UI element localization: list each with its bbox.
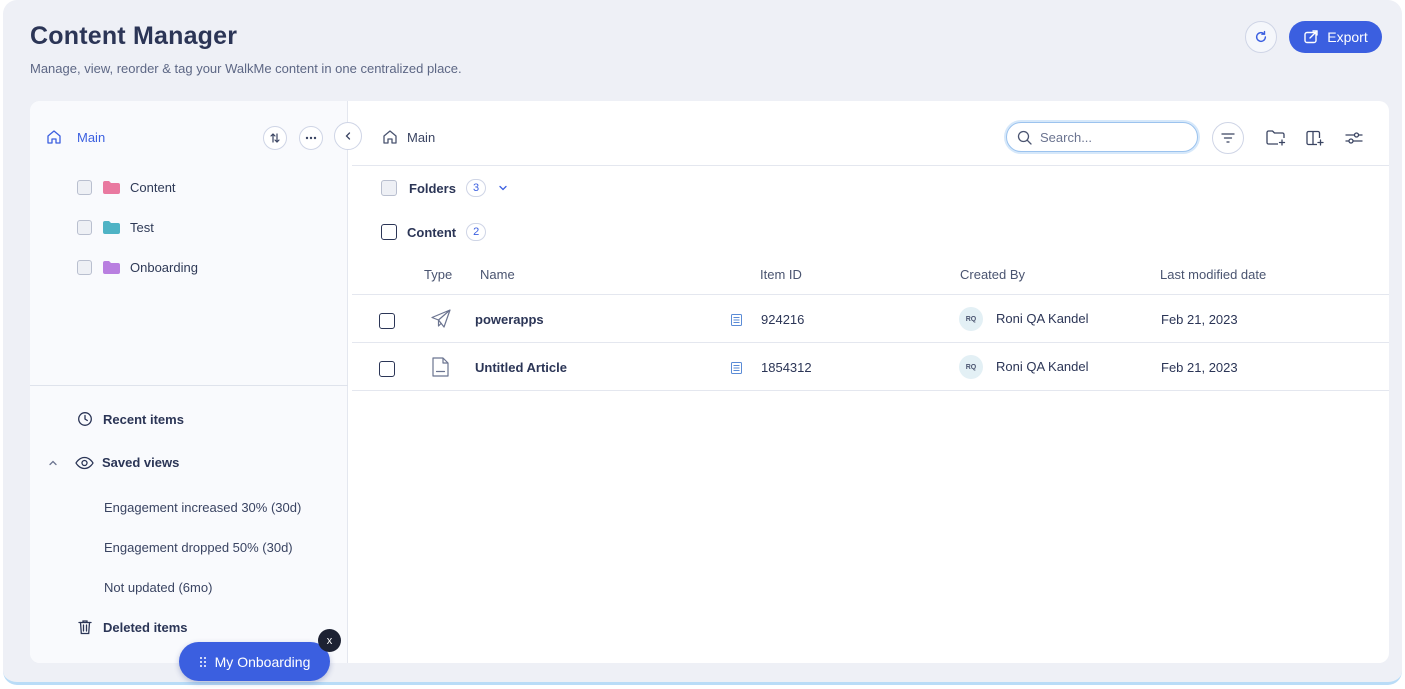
home-icon <box>47 130 61 144</box>
select-all-checkbox[interactable] <box>381 224 397 240</box>
new-folder-button[interactable] <box>1260 122 1292 154</box>
row-item-id: 924216 <box>761 312 805 327</box>
column-header-name[interactable]: Name <box>480 267 515 282</box>
folder-icon <box>103 180 120 194</box>
chevron-down-icon[interactable] <box>498 183 508 193</box>
row-creator: Roni QA Kandel <box>996 359 1089 374</box>
id-doc-icon <box>731 314 742 326</box>
collapse-sidebar-button[interactable] <box>334 122 362 150</box>
sidebar-folder-test[interactable]: Test <box>77 216 154 238</box>
folder-sidebar: Main Content Test Onboarding Recent item… <box>30 101 348 663</box>
sort-button[interactable] <box>263 126 287 150</box>
row-checkbox[interactable] <box>379 313 395 329</box>
column-plus-icon <box>1306 130 1324 146</box>
id-doc-icon <box>731 362 742 374</box>
sidebar-folder-label: Onboarding <box>130 259 198 275</box>
app-frame: Content Manager Manage, view, reorder & … <box>3 0 1402 685</box>
content-section-label: Content <box>407 224 457 240</box>
content-card: Main Content Test Onboarding Recent item… <box>30 101 1389 663</box>
deleted-items-link[interactable]: Deleted items <box>77 619 188 635</box>
toolbar-divider <box>352 165 1389 166</box>
trash-icon <box>78 620 92 635</box>
clock-icon <box>78 412 92 426</box>
export-button[interactable]: Export <box>1289 21 1382 53</box>
onboarding-close-button[interactable]: x <box>318 629 341 652</box>
folder-plus-icon <box>1266 130 1286 146</box>
row-item-id: 1854312 <box>761 360 812 375</box>
folder-icon <box>103 220 120 234</box>
page-subtitle: Manage, view, reorder & tag your WalkMe … <box>30 61 462 76</box>
launcher-icon <box>431 309 451 328</box>
my-onboarding-label: My Onboarding <box>214 653 311 670</box>
saved-views-label: Saved views <box>102 455 180 470</box>
filter-button[interactable] <box>1212 122 1244 154</box>
column-header-created-by[interactable]: Created By <box>960 267 1025 282</box>
folders-section-label: Folders <box>409 180 456 196</box>
chevron-up-icon <box>49 460 57 465</box>
folders-select-checkbox[interactable] <box>381 180 397 196</box>
deleted-items-label: Deleted items <box>103 619 188 635</box>
export-icon <box>1304 30 1318 44</box>
more-options-button[interactable] <box>299 126 323 150</box>
search-icon <box>1017 130 1032 145</box>
sidebar-header: Main <box>30 123 347 153</box>
folders-section-header[interactable]: Folders 3 <box>381 179 508 197</box>
my-onboarding-button[interactable]: My Onboarding <box>179 642 330 681</box>
refresh-icon <box>1255 30 1267 43</box>
avatar: RQ <box>959 355 983 379</box>
saved-view-item[interactable]: Engagement dropped 50% (30d) <box>104 540 293 555</box>
article-icon <box>432 357 449 377</box>
row-modified-date: Feb 21, 2023 <box>1161 312 1238 327</box>
sliders-icon <box>1345 132 1363 144</box>
refresh-button[interactable] <box>1245 21 1277 53</box>
row-modified-date: Feb 21, 2023 <box>1161 360 1238 375</box>
folder-icon <box>103 260 120 274</box>
sidebar-folder-content[interactable]: Content <box>77 176 176 198</box>
recent-items-label: Recent items <box>103 411 184 427</box>
sidebar-root-main[interactable]: Main <box>77 130 105 145</box>
content-section-header: Content 2 <box>381 223 487 241</box>
drag-handle-icon[interactable] <box>199 656 207 668</box>
table-row[interactable]: powerapps 924216 RQ Roni QA Kandel Feb 2… <box>352 295 1389 343</box>
saved-view-item[interactable]: Not updated (6mo) <box>104 580 212 595</box>
sort-icon <box>270 133 280 143</box>
export-label: Export <box>1327 29 1368 45</box>
breadcrumb[interactable]: Main <box>382 129 435 145</box>
avatar: RQ <box>959 307 983 331</box>
filter-icon <box>1221 133 1235 143</box>
column-header-modified[interactable]: Last modified date <box>1160 267 1266 282</box>
folder-checkbox[interactable] <box>77 179 92 195</box>
search-field[interactable] <box>1006 122 1198 152</box>
row-name[interactable]: powerapps <box>475 312 544 327</box>
row-creator: Roni QA Kandel <box>996 311 1089 326</box>
sidebar-divider <box>30 385 348 386</box>
page-title: Content Manager <box>30 22 238 50</box>
folders-count-badge: 3 <box>465 179 487 197</box>
home-icon <box>383 130 397 144</box>
folder-checkbox[interactable] <box>77 259 92 275</box>
row-checkbox[interactable] <box>379 361 395 377</box>
table-row[interactable]: Untitled Article 1854312 RQ Roni QA Kand… <box>352 343 1389 391</box>
more-icon <box>305 136 317 140</box>
sidebar-folder-label: Test <box>130 219 154 235</box>
content-count-badge: 2 <box>466 223 487 241</box>
sidebar-folder-label: Content <box>130 179 176 195</box>
search-input[interactable] <box>1040 129 1180 145</box>
main-panel: Main Folders 3 <box>349 101 1389 663</box>
column-header-item-id[interactable]: Item ID <box>760 267 802 282</box>
add-column-button[interactable] <box>1299 122 1331 154</box>
breadcrumb-main: Main <box>407 129 436 145</box>
settings-button[interactable] <box>1338 122 1370 154</box>
row-name[interactable]: Untitled Article <box>475 360 567 375</box>
chevron-left-icon <box>345 132 351 140</box>
folder-checkbox[interactable] <box>77 219 92 235</box>
saved-view-item[interactable]: Engagement increased 30% (30d) <box>104 500 301 515</box>
sidebar-folder-onboarding[interactable]: Onboarding <box>77 256 198 278</box>
recent-items-link[interactable]: Recent items <box>77 411 184 427</box>
eye-icon <box>75 456 94 469</box>
saved-views-toggle[interactable]: Saved views <box>48 455 179 470</box>
column-header-type[interactable]: Type <box>424 267 452 282</box>
